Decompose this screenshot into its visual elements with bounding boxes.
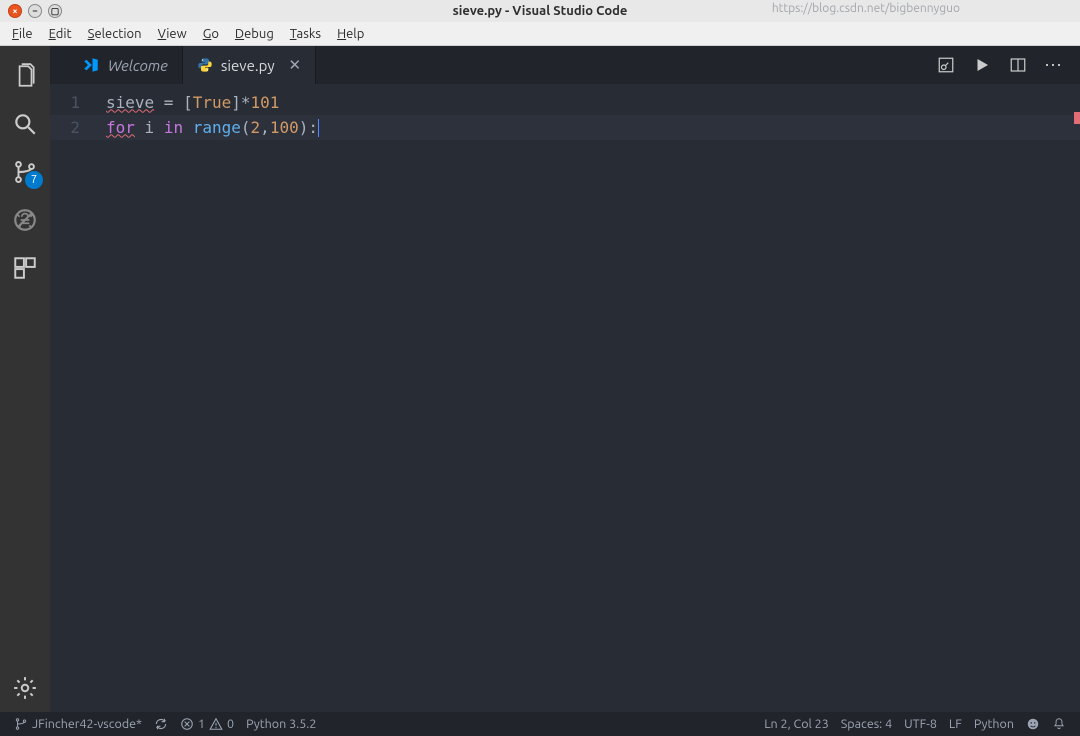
split-editor-button[interactable]	[1006, 53, 1030, 77]
code-line-2: 2 for i in range(2,100):	[50, 115, 1080, 140]
close-window-button[interactable]: ×	[8, 4, 22, 18]
vscode-icon	[82, 56, 100, 74]
split-icon	[1009, 56, 1027, 74]
line-number: 2	[50, 116, 106, 140]
menu-selection[interactable]: Selection	[80, 27, 150, 41]
menu-help[interactable]: Help	[329, 27, 372, 41]
compare-icon	[937, 56, 955, 74]
menu-tasks[interactable]: Tasks	[282, 27, 329, 41]
explorer-activity[interactable]	[0, 52, 50, 100]
error-count: 1	[198, 717, 205, 731]
error-icon	[180, 717, 194, 731]
python-version-status[interactable]: Python 3.5.2	[240, 717, 322, 731]
line-number: 1	[50, 91, 106, 115]
editor-area[interactable]: 1 sieve = [True]*101 2 for i in range(2,…	[50, 84, 1080, 712]
code-content: for i in range(2,100):	[106, 116, 319, 140]
extensions-icon	[12, 255, 38, 281]
language-mode-status[interactable]: Python	[968, 717, 1020, 731]
open-changes-button[interactable]	[934, 53, 958, 77]
watermark-text: https://blog.csdn.net/bigbennyguo	[772, 2, 960, 15]
search-activity[interactable]	[0, 100, 50, 148]
menu-go[interactable]: Go	[195, 27, 227, 41]
scm-activity[interactable]: 7	[0, 148, 50, 196]
more-actions-button[interactable]: ⋯	[1042, 53, 1066, 77]
gear-icon	[12, 675, 38, 701]
menu-file[interactable]: File	[4, 27, 41, 41]
code-line-1: 1 sieve = [True]*101	[50, 90, 1080, 115]
scm-badge: 7	[25, 171, 43, 189]
close-tab-icon[interactable]: ✕	[289, 56, 302, 74]
ellipsis-icon: ⋯	[1044, 55, 1064, 76]
cursor-position-status[interactable]: Ln 2, Col 23	[758, 717, 835, 731]
sync-status[interactable]	[148, 717, 174, 731]
tab-welcome-label: Welcome	[108, 57, 168, 74]
tab-sieve[interactable]: sieve.py ✕	[183, 46, 316, 84]
encoding-status[interactable]: UTF-8	[898, 717, 943, 731]
tab-welcome[interactable]: Welcome	[68, 46, 183, 84]
warning-icon	[209, 717, 223, 731]
indent-status[interactable]: Spaces: 4	[835, 717, 898, 731]
python-icon	[197, 57, 213, 73]
git-branch-status[interactable]: JFincher42-vscode*	[8, 717, 148, 731]
extensions-activity[interactable]	[0, 244, 50, 292]
activity-bar: 7	[0, 46, 50, 712]
status-bar: JFincher42-vscode* 1 0 Python 3.5.2 Ln 2…	[0, 712, 1080, 736]
problems-status[interactable]: 1 0	[174, 717, 240, 731]
maximize-window-button[interactable]: ▢	[48, 4, 62, 18]
tab-actions: ⋯	[934, 46, 1080, 84]
run-button[interactable]	[970, 53, 994, 77]
menu-edit[interactable]: Edit	[41, 27, 80, 41]
editor-column: Welcome sieve.py ✕ ⋯	[50, 46, 1080, 712]
debug-activity[interactable]	[0, 196, 50, 244]
tab-bar: Welcome sieve.py ✕ ⋯	[50, 46, 1080, 84]
code-content: sieve = [True]*101	[106, 91, 279, 115]
play-icon	[973, 56, 991, 74]
menu-bar: File Edit Selection View Go Debug Tasks …	[0, 22, 1080, 46]
smiley-icon	[1026, 717, 1040, 731]
files-icon	[12, 63, 38, 89]
text-cursor	[318, 119, 319, 137]
minimap-error-marker[interactable]	[1074, 112, 1080, 124]
feedback-button[interactable]	[1020, 717, 1046, 731]
sync-icon	[154, 717, 168, 731]
tab-sieve-label: sieve.py	[221, 57, 275, 74]
search-icon	[12, 111, 38, 137]
app-body: 7 Welcome sieve.py ✕	[0, 46, 1080, 712]
menu-view[interactable]: View	[150, 27, 195, 41]
no-bug-icon	[12, 207, 38, 233]
window-controls: × – ▢	[0, 4, 62, 18]
eol-status[interactable]: LF	[943, 717, 968, 731]
settings-activity[interactable]	[0, 664, 50, 712]
warning-count: 0	[227, 717, 234, 731]
window-title: sieve.py - Visual Studio Code	[453, 4, 628, 18]
menu-debug[interactable]: Debug	[227, 27, 282, 41]
bell-icon	[1052, 717, 1066, 731]
notifications-button[interactable]	[1046, 717, 1072, 731]
minimize-window-button[interactable]: –	[28, 4, 42, 18]
branch-name: JFincher42-vscode*	[32, 717, 142, 731]
branch-icon	[14, 717, 28, 731]
